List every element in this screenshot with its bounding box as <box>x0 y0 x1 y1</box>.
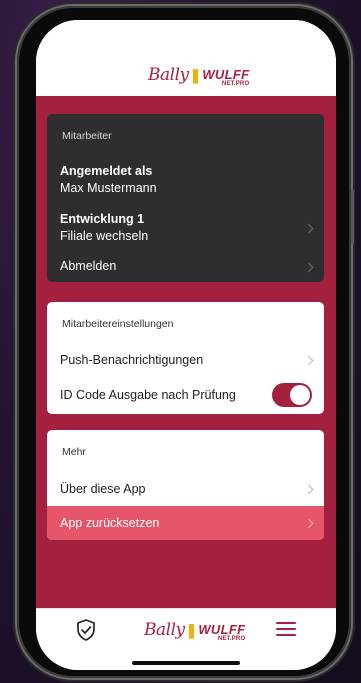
app-header: Bally ❚ WULFF NET.PRO <box>36 20 336 96</box>
logo-wulff: WULFF <box>202 67 250 82</box>
about-app-row[interactable]: Über diese App <box>47 472 324 506</box>
chevron-right-icon <box>303 484 314 495</box>
chevron-right-icon <box>303 355 314 366</box>
hamburger-menu-icon[interactable] <box>276 622 296 641</box>
phone-side-button <box>351 190 354 244</box>
logged-in-label: Angemeldet als <box>60 164 153 178</box>
shield-check-icon[interactable] <box>75 618 97 647</box>
id-code-row: ID Code Ausgabe nach Prüfung <box>47 380 324 410</box>
push-notifications-label: Push-Benachrichtigungen <box>60 353 204 367</box>
logout-label: Abmelden <box>60 259 117 273</box>
employee-section-label: Mitarbeiter <box>62 130 112 142</box>
toggle-knob <box>290 385 310 405</box>
push-notifications-row[interactable]: Push-Benachrichtigungen <box>47 344 324 376</box>
chevron-right-icon <box>303 262 314 273</box>
more-card: Mehr Über diese App App zurücksetzen <box>47 430 324 540</box>
more-section-label: Mehr <box>62 446 86 458</box>
logo-separator: ❚ <box>185 622 198 638</box>
about-app-label: Über diese App <box>60 482 146 496</box>
id-code-toggle[interactable] <box>272 383 312 407</box>
logo-wulff: WULFF <box>198 622 246 637</box>
settings-section-label: Mitarbeitereinstellungen <box>62 318 174 330</box>
reset-app-label: App zurücksetzen <box>60 516 160 530</box>
logo-bally: Bally <box>144 620 185 640</box>
tabbar-brand-logo[interactable]: Bally ❚ WULFF NET.PRO <box>144 620 245 642</box>
logo-netpro: NET.PRO <box>221 81 250 87</box>
brand-logo: Bally ❚ WULFF NET.PRO <box>148 65 249 87</box>
logout-row[interactable]: Abmelden <box>47 254 324 278</box>
logo-separator: ❚ <box>189 67 202 83</box>
branch-name: Entwicklung 1 <box>60 212 145 226</box>
chevron-right-icon <box>303 223 314 234</box>
logo-netpro: NET.PRO <box>217 636 246 642</box>
settings-content: Mitarbeiter Angemeldet als Max Musterman… <box>36 96 336 608</box>
logo-bally: Bally <box>148 65 189 85</box>
chevron-right-icon <box>303 518 314 529</box>
change-branch-row[interactable]: Entwicklung 1 Filiale wechseln <box>47 210 324 248</box>
reset-app-row[interactable]: App zurücksetzen <box>47 506 324 540</box>
employee-settings-card: Mitarbeitereinstellungen Push-Benachrich… <box>47 302 324 414</box>
user-name: Max Mustermann <box>60 181 157 195</box>
id-code-label: ID Code Ausgabe nach Prüfung <box>60 388 236 402</box>
home-indicator <box>132 661 240 665</box>
app-screen: Bally ❚ WULFF NET.PRO Mitarbeiter Angeme… <box>36 20 336 670</box>
change-branch-label: Filiale wechseln <box>60 229 149 243</box>
employee-card: Mitarbeiter Angemeldet als Max Musterman… <box>47 114 324 282</box>
